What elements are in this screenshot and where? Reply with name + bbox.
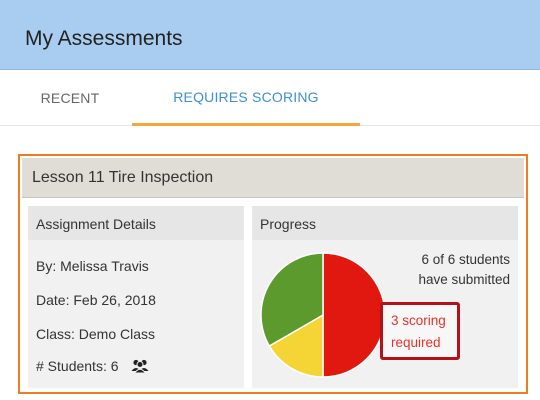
assigned-by: By: Melissa Travis bbox=[36, 258, 149, 274]
submitted-line-1: 6 of 6 students bbox=[421, 252, 510, 267]
users-icon bbox=[131, 359, 149, 374]
student-count: # Students: 6 bbox=[36, 358, 119, 374]
pie-slice-scoring-required bbox=[322, 252, 386, 378]
progress-panel: Progress 6 of 6 students have submitted … bbox=[252, 206, 518, 388]
tab-recent[interactable]: RECENT bbox=[16, 70, 124, 126]
scoring-required-line-2: required bbox=[391, 335, 441, 350]
page-header: My Assessments bbox=[0, 0, 540, 70]
tab-requires-scoring[interactable]: REQUIRES SCORING bbox=[132, 70, 360, 126]
student-count-row: # Students: 6 bbox=[36, 358, 149, 374]
assignment-date: Date: Feb 26, 2018 bbox=[36, 292, 156, 308]
assessment-title: Lesson 11 Tire Inspection bbox=[32, 169, 214, 186]
progress-pie-chart bbox=[260, 252, 386, 378]
submitted-status: 6 of 6 students have submitted bbox=[388, 250, 510, 290]
progress-header: Progress bbox=[252, 206, 518, 240]
card-header: Lesson 11 Tire Inspection bbox=[22, 158, 524, 198]
scoring-required-link[interactable]: 3 scoring required bbox=[380, 302, 460, 360]
tab-bar: RECENT REQUIRES SCORING bbox=[0, 70, 540, 126]
page-title: My Assessments bbox=[25, 27, 183, 50]
assignment-class: Class: Demo Class bbox=[36, 326, 156, 342]
progress-heading: Progress bbox=[260, 216, 317, 232]
assignment-details-heading: Assignment Details bbox=[36, 216, 156, 232]
assignment-details-header: Assignment Details bbox=[28, 206, 244, 240]
assignment-details-panel: Assignment Details By: Melissa Travis Da… bbox=[28, 206, 244, 388]
assessment-card[interactable]: Lesson 11 Tire Inspection Assignment Det… bbox=[18, 154, 528, 394]
submitted-line-2: have submitted bbox=[418, 272, 510, 287]
scoring-required-line-1: 3 scoring bbox=[391, 313, 446, 328]
